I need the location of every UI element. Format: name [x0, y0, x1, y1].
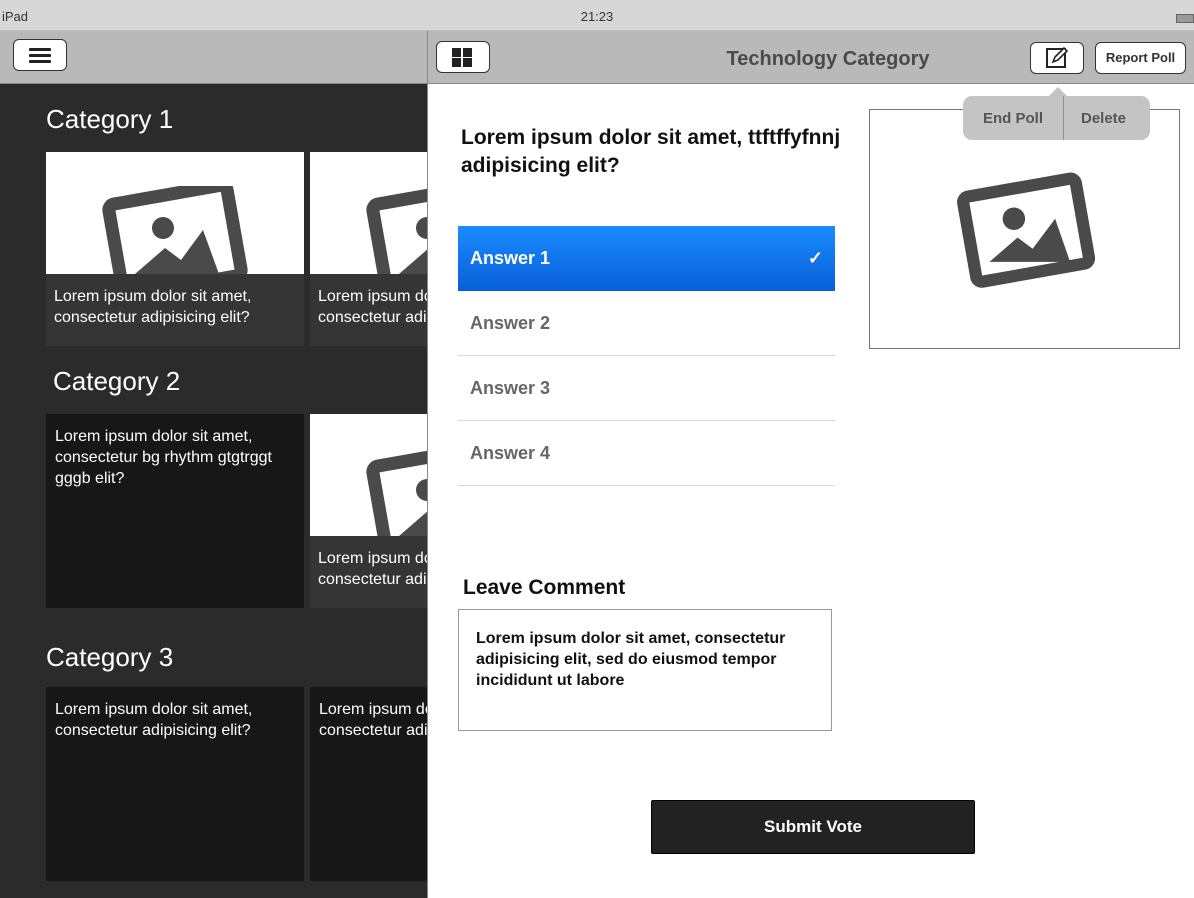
- answer-option[interactable]: Answer 4: [458, 421, 835, 486]
- answer-label: Answer 3: [470, 378, 551, 398]
- answer-label: Answer 2: [470, 313, 551, 333]
- poll-question: Lorem ipsum dolor sit amet, ttftffyfnnj …: [461, 126, 841, 177]
- menu-button[interactable]: [13, 39, 67, 71]
- tile-caption: Lorem ipsum dolor sit amet, consectetur …: [310, 274, 430, 346]
- poll-tile[interactable]: Lorem ipsum dolor sit amet, consectetur …: [46, 414, 304, 608]
- answer-label: Answer 4: [470, 443, 551, 463]
- panel-toolbar: Technology Category Report Poll: [428, 31, 1194, 84]
- poll-tile[interactable]: Lorem ipsum dolor sit amet, consectetur …: [310, 414, 430, 608]
- panel-title: Technology Category: [726, 48, 930, 70]
- answer-option[interactable]: Answer 2: [458, 291, 835, 356]
- left-toolbar: [0, 31, 430, 84]
- poll-detail-panel: Technology Category Report Poll End Poll…: [427, 31, 1194, 898]
- end-poll-button[interactable]: End Poll: [983, 110, 1043, 127]
- category-list: Category 1 Lorem ipsum dolor sit amet, c…: [0, 84, 430, 898]
- status-bar: iPad 21:23: [0, 0, 1194, 31]
- comment-label: Leave Comment: [463, 576, 626, 599]
- photo-placeholder-icon: [957, 172, 1096, 288]
- answer-option[interactable]: Answer 3: [458, 356, 835, 421]
- tile-image: [310, 152, 430, 274]
- category-title: Category 2: [53, 366, 181, 396]
- category-title: Category 3: [46, 642, 174, 672]
- delete-button[interactable]: Delete: [1081, 110, 1126, 127]
- answer-list: Answer 1 ✓ Answer 2 Answer 3 Answer 4: [458, 226, 835, 486]
- poll-image: [869, 109, 1180, 349]
- answer-label: Answer 1: [470, 248, 551, 268]
- divider: [1063, 96, 1064, 140]
- photo-placeholder-icon: [366, 448, 430, 536]
- category-title: Category 1: [46, 104, 174, 134]
- poll-tile[interactable]: Lorem ipsum dolor sit amet, consectetur …: [310, 152, 430, 346]
- poll-tile[interactable]: Lorem ipsum dolor sit amet, consectetur …: [310, 687, 430, 881]
- comment-input[interactable]: Lorem ipsum dolor sit amet, consectetur …: [458, 609, 832, 731]
- tile-text: Lorem ipsum dolor sit amet, consectetur …: [55, 701, 253, 739]
- tile-text: Lorem ipsum dolor sit amet, consectetur …: [319, 701, 430, 739]
- poll-tile[interactable]: Lorem ipsum dolor sit amet, consectetur …: [46, 152, 304, 346]
- poll-tile[interactable]: Lorem ipsum dolor sit amet, consectetur …: [46, 687, 304, 881]
- photo-placeholder-icon: [102, 186, 248, 274]
- submit-vote-button[interactable]: Submit Vote: [651, 800, 975, 854]
- tile-caption: Lorem ipsum dolor sit amet, consectetur …: [46, 274, 304, 346]
- checkmark-icon: ✓: [807, 248, 823, 268]
- tile-image: [46, 152, 304, 274]
- edit-icon: [1046, 46, 1069, 68]
- tile-caption: Lorem ipsum dolor sit amet, consectetur …: [310, 536, 430, 608]
- battery-icon: [1176, 14, 1194, 23]
- tile-text: Lorem ipsum dolor sit amet, consectetur …: [55, 428, 272, 487]
- tile-image: [310, 414, 430, 536]
- grid-button[interactable]: [436, 41, 490, 73]
- edit-button[interactable]: [1030, 42, 1084, 74]
- answer-option[interactable]: Answer 1 ✓: [458, 226, 835, 291]
- photo-placeholder-icon: [366, 186, 430, 274]
- menu-icon: [29, 48, 51, 51]
- status-time: 21:23: [580, 9, 614, 24]
- poll-actions-popover: End Poll Delete: [963, 87, 1150, 140]
- report-poll-button[interactable]: Report Poll: [1095, 42, 1186, 74]
